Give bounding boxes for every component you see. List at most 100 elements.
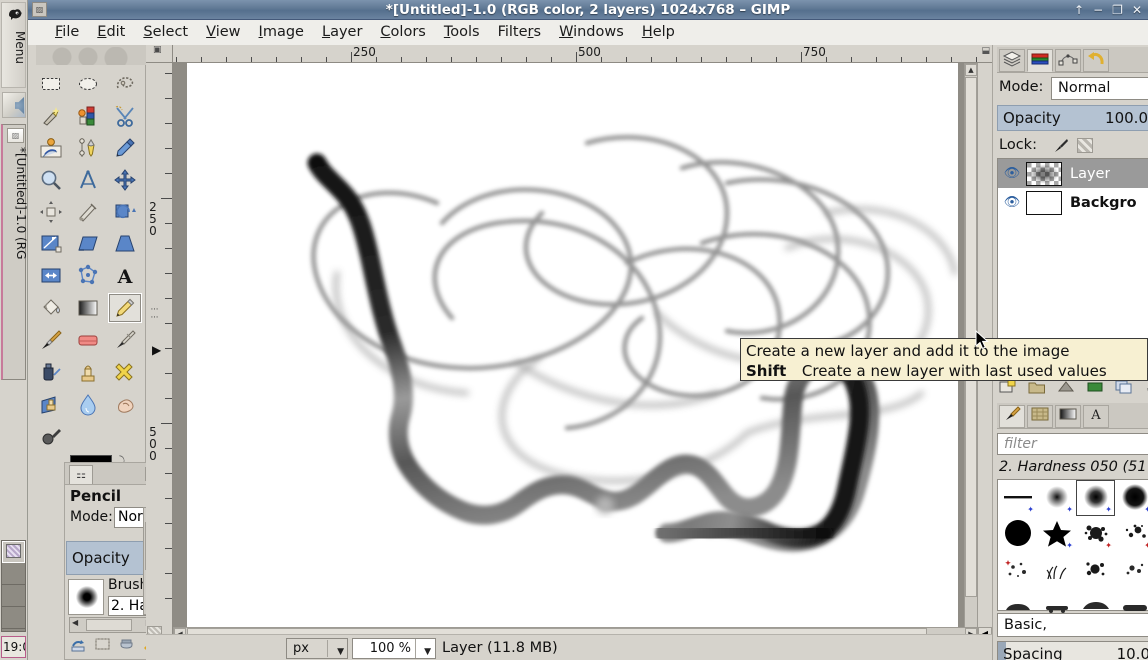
restore-tool-preset-button[interactable] — [93, 636, 111, 654]
menu-file[interactable]: File — [46, 20, 88, 45]
move-tool-icon[interactable] — [108, 165, 142, 195]
layer-visibility-eye-icon[interactable]: 👁 — [998, 195, 1026, 210]
brush-thumbnail-1-pixel[interactable]: ✦ — [998, 480, 1037, 516]
color-picker-tool-icon[interactable] — [108, 133, 142, 163]
duplicate-layer-button[interactable] — [1115, 379, 1133, 396]
cage-transform-tool-icon[interactable] — [71, 261, 105, 291]
workspace-3[interactable] — [2, 585, 25, 607]
menu-edit[interactable]: Edit — [88, 20, 134, 45]
brush-thumbnail-splatter-2[interactable] — [1076, 552, 1115, 588]
menu-windows[interactable]: Windows — [550, 20, 633, 45]
brush-spacing-slider[interactable]: Spacing 10.0 ▲ ▼ — [997, 641, 1148, 660]
layer-visibility-eye-icon[interactable]: 👁 — [998, 166, 1026, 181]
bucket-fill-tool-icon[interactable] — [34, 293, 68, 323]
toolbox-drag-handle[interactable] — [36, 45, 150, 65]
table-row[interactable]: 👁 Backgro — [998, 188, 1148, 217]
minimize-button[interactable]: − — [1093, 0, 1103, 20]
ruler-origin-button[interactable] — [146, 45, 173, 63]
tab-layers[interactable] — [999, 49, 1025, 72]
workspace-1[interactable] — [2, 541, 25, 563]
zoom-combo[interactable]: 100 % ▼ — [352, 638, 436, 659]
heal-tool-icon[interactable] — [108, 357, 142, 387]
unit-combo[interactable]: px ▼ — [286, 638, 348, 659]
rotate-tool-icon[interactable] — [108, 197, 142, 227]
airbrush-tool-icon[interactable] — [108, 325, 142, 355]
tab-gradients[interactable] — [1055, 405, 1081, 428]
brush-thumbnail-hardness-050[interactable]: ✦ — [1076, 480, 1115, 516]
text-tool-icon[interactable]: A — [108, 261, 142, 291]
brush-thumbnail-sparks[interactable]: ✦ — [1115, 516, 1148, 552]
lower-layer-button[interactable] — [1086, 379, 1104, 396]
brush-thumbnail-grass[interactable] — [1037, 552, 1076, 588]
rect-select-tool-icon[interactable] — [34, 69, 68, 99]
scissors-select-tool-icon[interactable] — [108, 101, 142, 131]
measure-tool-icon[interactable] — [71, 165, 105, 195]
menu-image[interactable]: Image — [250, 20, 313, 45]
select-by-color-tool-icon[interactable] — [71, 101, 105, 131]
tab-channels[interactable] — [1027, 49, 1053, 72]
vertical-ruler[interactable]: 250 500 ▶ ⋮⋮ — [146, 63, 173, 641]
shear-tool-icon[interactable] — [71, 229, 105, 259]
menu-layer[interactable]: Layer — [313, 20, 371, 45]
brush-thumbnail-hardness-100[interactable] — [998, 516, 1037, 552]
layer-opacity-slider[interactable]: Opacity 100.0 ▲ ▼ — [997, 105, 1148, 131]
brush-thumbnail-star[interactable]: ✦ — [1037, 516, 1076, 552]
canvas-vscroll-up-arrow[interactable]: ▲ — [965, 64, 977, 76]
paintbrush-tool-icon[interactable] — [34, 325, 68, 355]
crop-tool-icon[interactable] — [71, 197, 105, 227]
blur-sharpen-tool-icon[interactable] — [71, 389, 105, 419]
perspective-tool-icon[interactable] — [108, 229, 142, 259]
clone-tool-icon[interactable] — [71, 357, 105, 387]
layer-mode-combo[interactable]: Normal ▼ — [1051, 77, 1148, 100]
tool-options-hscroll-thumb[interactable] — [86, 619, 132, 631]
new-layer-group-button[interactable] — [1028, 379, 1046, 396]
raise-layer-button[interactable] — [1057, 379, 1075, 396]
blend-gradient-tool-icon[interactable] — [71, 293, 105, 323]
canvas-vscroll-thumb[interactable] — [965, 77, 977, 597]
table-row[interactable]: 👁 Layer — [998, 159, 1148, 188]
menu-view[interactable]: View — [197, 20, 249, 45]
flip-tool-icon[interactable] — [34, 261, 68, 291]
anchor-layer-button[interactable] — [1144, 379, 1148, 396]
new-layer-button[interactable] — [999, 379, 1017, 396]
show-desktop-icon[interactable] — [2, 92, 26, 118]
workspace-pager[interactable] — [1, 540, 26, 632]
tab-undo-history[interactable] — [1083, 49, 1109, 72]
layer-list[interactable]: 👁 Layer 👁 Backgro — [997, 158, 1148, 358]
eraser-tool-icon[interactable] — [71, 325, 105, 355]
roll-up-button[interactable]: ↑ — [1074, 0, 1084, 20]
horizontal-ruler[interactable]: 250 500 750 ⬓ — [173, 45, 992, 63]
tool-options-horizontal-scrollbar[interactable]: ◀ ▶ — [69, 617, 155, 633]
lock-pixels-brush-icon[interactable] — [1053, 137, 1069, 157]
tab-brushes[interactable] — [999, 405, 1025, 428]
tool-options-opacity-slider[interactable]: Opacity — [66, 541, 154, 575]
pencil-tool-icon[interactable] — [108, 293, 142, 323]
menu-select[interactable]: Select — [134, 20, 197, 45]
fuzzy-select-tool-icon[interactable] — [34, 101, 68, 131]
foreground-select-tool-icon[interactable] — [34, 133, 68, 163]
menu-help[interactable]: Help — [633, 20, 684, 45]
zoom-tool-icon[interactable] — [34, 165, 68, 195]
save-tool-preset-button[interactable] — [69, 636, 87, 654]
taskbar-window-button-gimp[interactable]: ▨ *[Untitled]-1.0 (RG — [1, 124, 28, 380]
tool-options-hscroll-left-arrow[interactable]: ◀ — [72, 618, 78, 627]
menu-colors[interactable]: Colors — [371, 20, 434, 45]
dodge-burn-tool-icon[interactable] — [34, 421, 68, 451]
brush-filter-input[interactable]: filter ▼ — [997, 433, 1148, 455]
brush-thumbnail-sparks-2[interactable] — [998, 552, 1037, 588]
smudge-tool-icon[interactable] — [108, 389, 142, 419]
alignment-tool-icon[interactable] — [34, 197, 68, 227]
tab-fonts[interactable]: A — [1083, 405, 1109, 428]
tab-patterns[interactable] — [1027, 405, 1053, 428]
brush-tag-combo[interactable]: Basic, ▼ — [997, 613, 1148, 637]
maximize-button[interactable]: ❐ — [1112, 0, 1123, 20]
taskbar-menu-button[interactable]: Menu — [1, 2, 27, 88]
workspace-4[interactable] — [2, 607, 25, 629]
close-button[interactable]: ✕ — [1132, 0, 1142, 20]
brush-thumbnail-splatter[interactable]: ✦ — [1076, 516, 1115, 552]
brush-thumbnail-hardness-025[interactable]: ✦ — [1037, 480, 1076, 516]
free-select-tool-icon[interactable] — [108, 69, 142, 99]
menu-filters[interactable]: Filters — [489, 20, 550, 45]
paths-tool-icon[interactable] — [71, 133, 105, 163]
brush-grid-container[interactable]: ✦ ✦ ✦ ✦ ✦ ✦ ✦ — [997, 479, 1148, 613]
